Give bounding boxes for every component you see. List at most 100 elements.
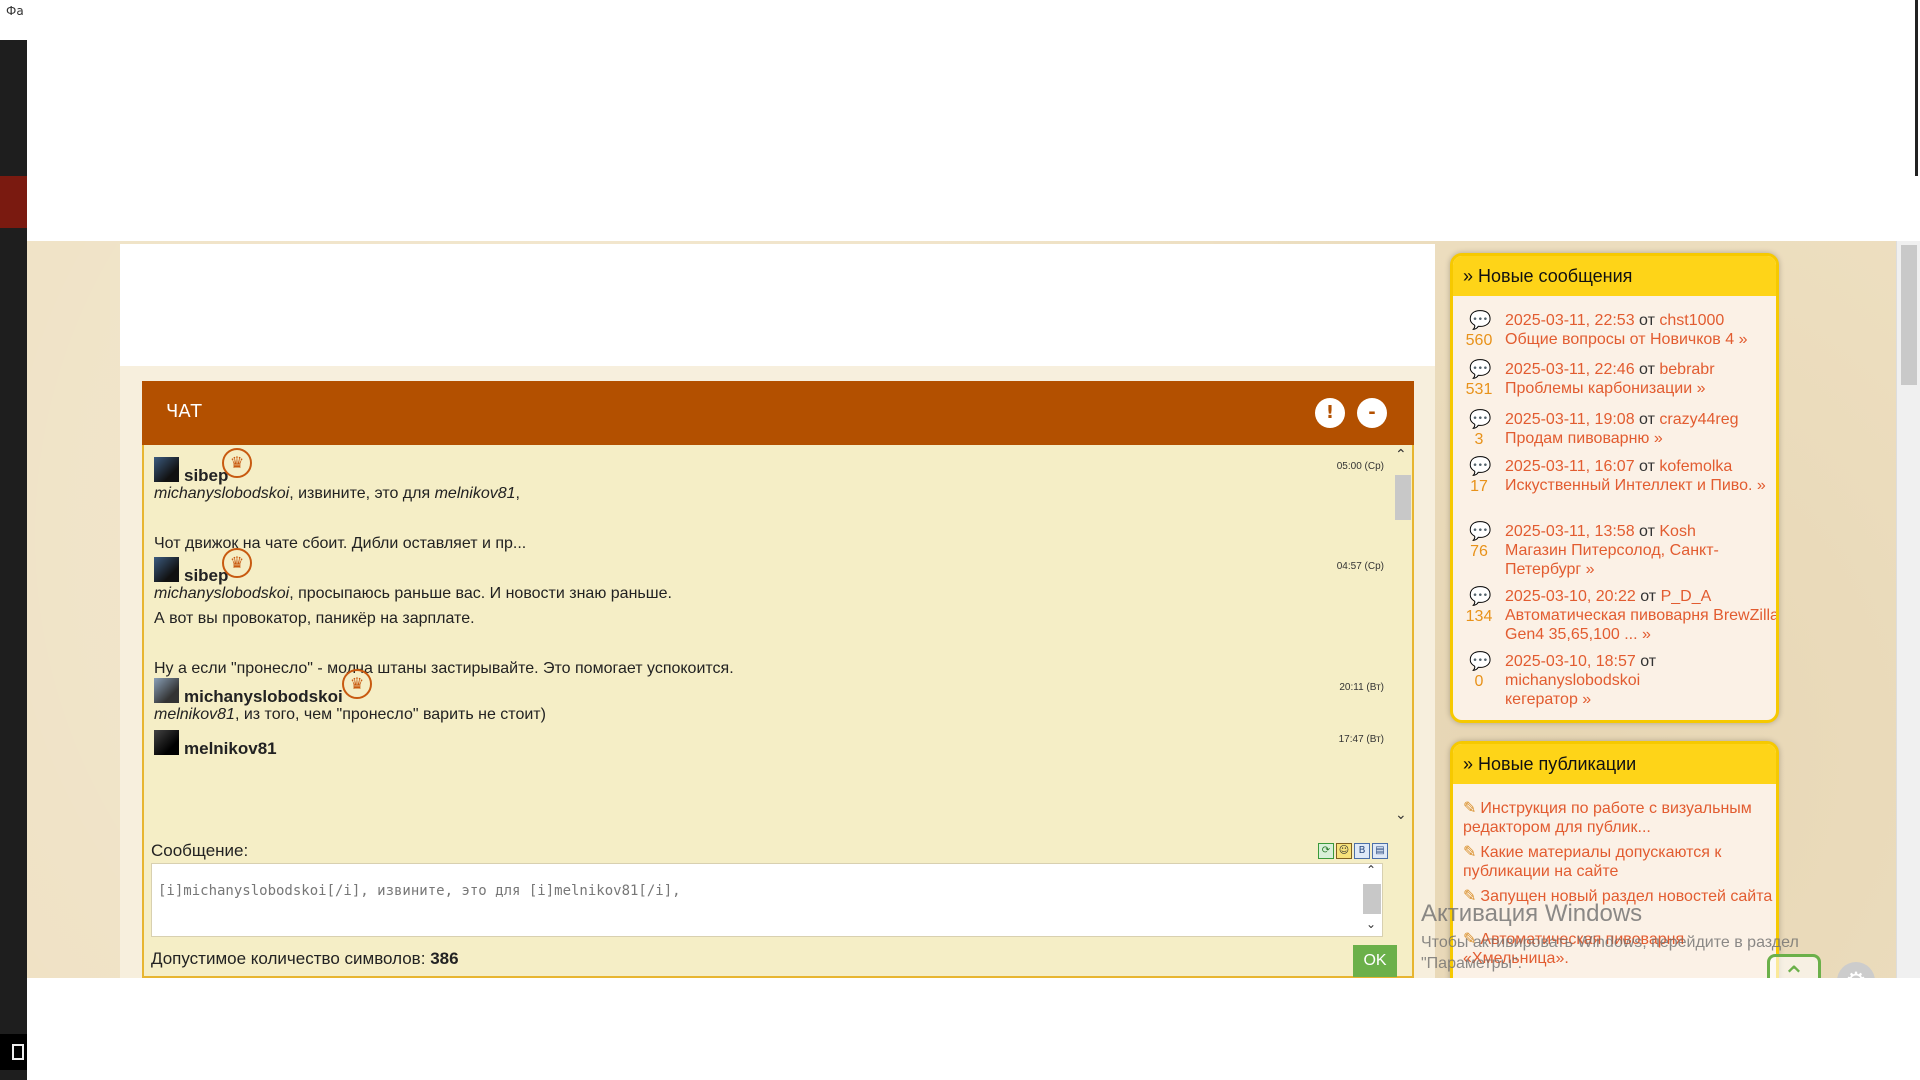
taskbar-accent bbox=[0, 176, 27, 228]
scroll-thumb[interactable] bbox=[1901, 245, 1917, 385]
comment-icon: 💬 bbox=[1469, 409, 1492, 429]
post-author-link[interactable]: michanyslobodskoi bbox=[1505, 672, 1640, 689]
post-author-link[interactable]: chst1000 bbox=[1659, 312, 1724, 329]
reply-count: 76 bbox=[1470, 543, 1488, 560]
new-messages-box: » Новые сообщения 💬 560 2025-03-11, 22:5… bbox=[1450, 253, 1779, 723]
message-textarea[interactable]: [i]michanyslobodskoi[/i], извините, это … bbox=[151, 863, 1383, 937]
comment-icon: 💬 bbox=[1469, 456, 1492, 476]
chat-username[interactable]: melnikov81 bbox=[184, 739, 277, 759]
send-button[interactable]: OK bbox=[1353, 945, 1397, 977]
publication-item[interactable]: ✎ Инструкция по работе с визуальным редак… bbox=[1463, 799, 1773, 837]
book-icon[interactable]: ▤ bbox=[1372, 843, 1388, 859]
chat-message: melnikov81 17:47 (Вт) bbox=[154, 718, 1384, 758]
scroll-thumb[interactable] bbox=[1395, 475, 1411, 520]
message-line: michanyslobodskoi, просыпаюсь раньше вас… bbox=[154, 585, 672, 602]
bottom-blank-area bbox=[27, 978, 1920, 1080]
chat-username[interactable]: sibep bbox=[184, 566, 228, 586]
reply-count: 0 bbox=[1474, 673, 1484, 690]
scroll-down-icon[interactable]: ⌄ bbox=[1395, 807, 1407, 823]
reply-count: 134 bbox=[1465, 608, 1493, 625]
post-date-link[interactable]: 2025-03-10, 18:57 bbox=[1505, 653, 1636, 670]
avatar[interactable] bbox=[154, 457, 179, 482]
taskbar-window-icon[interactable] bbox=[0, 1034, 27, 1070]
publication-item[interactable]: ✎ Какие материалы допускаются к публикаци… bbox=[1463, 843, 1773, 881]
comment-icon: 💬 bbox=[1469, 586, 1492, 606]
post-author-link[interactable]: kofemolka bbox=[1659, 458, 1732, 475]
post-date-link[interactable]: 2025-03-11, 13:58 bbox=[1505, 523, 1635, 540]
post-date-link[interactable]: 2025-03-10, 20:22 bbox=[1505, 588, 1636, 605]
chat-username[interactable]: sibep bbox=[184, 466, 228, 486]
mention[interactable]: melnikov81 bbox=[435, 485, 516, 502]
bold-icon[interactable]: B bbox=[1354, 843, 1370, 859]
window-edge bbox=[1915, 0, 1918, 176]
avatar[interactable] bbox=[154, 557, 179, 582]
comment-icon: 💬 bbox=[1469, 521, 1492, 541]
mention[interactable]: michanyslobodskoi bbox=[154, 585, 289, 602]
post-date-link[interactable]: 2025-03-11, 22:46 bbox=[1505, 361, 1635, 378]
mention[interactable]: michanyslobodskoi bbox=[154, 485, 289, 502]
reply-count: 17 bbox=[1470, 478, 1488, 495]
chat-message: sibep ♛ 04:57 (Ср) michanyslobodskoi, пр… bbox=[154, 545, 1384, 681]
post-date-link[interactable]: 2025-03-11, 16:07 bbox=[1505, 458, 1635, 475]
post-topic-link[interactable]: Общие вопросы от Новичков 4 » bbox=[1505, 331, 1748, 348]
pencil-icon: ✎ bbox=[1463, 844, 1477, 861]
activation-title: Активация Windows bbox=[1421, 900, 1643, 927]
content-blank-banner bbox=[120, 244, 1435, 366]
post-author-link[interactable]: Kosh bbox=[1659, 523, 1695, 540]
crown-icon: ♛ bbox=[342, 669, 372, 699]
post-author-link[interactable]: crazy44reg bbox=[1659, 411, 1738, 428]
scroll-up-icon[interactable]: ⌃ bbox=[1366, 863, 1376, 877]
page-background: sibep ♛ 05:00 (Ср) michanyslobodskoi, из… bbox=[27, 241, 1916, 978]
new-publications-title: » Новые публикации bbox=[1453, 744, 1776, 784]
message-line: А вот вы провокатор, паникёр на зарплате… bbox=[154, 610, 475, 627]
comment-icon: 💬 bbox=[1469, 359, 1492, 379]
refresh-icon[interactable]: ⟳ bbox=[1318, 843, 1334, 859]
pencil-icon: ✎ bbox=[1463, 800, 1477, 817]
chat-messages: sibep ♛ 05:00 (Ср) michanyslobodskoi, из… bbox=[154, 445, 1384, 820]
collapse-button[interactable]: - bbox=[1357, 398, 1387, 428]
crown-icon: ♛ bbox=[222, 448, 252, 478]
post-topic-link[interactable]: Магазин Питерсолод, Санкт-Петербург » bbox=[1505, 542, 1719, 578]
chat-username[interactable]: michanyslobodskoi bbox=[184, 687, 343, 707]
page-scrollbar[interactable] bbox=[1896, 241, 1920, 978]
taskbar-label: Фа bbox=[0, 0, 27, 40]
post-topic-link[interactable]: Проблемы карбонизации » bbox=[1505, 380, 1706, 397]
message-time: 05:00 (Ср) bbox=[1336, 461, 1384, 472]
reply-count: 531 bbox=[1465, 381, 1493, 398]
post-author-link[interactable]: P_D_A bbox=[1661, 588, 1712, 605]
comment-icon: 💬 bbox=[1469, 651, 1492, 671]
textarea-scrollbar[interactable]: ⌃ ⌄ bbox=[1363, 863, 1381, 935]
reply-count: 3 bbox=[1474, 431, 1484, 448]
rules-button[interactable]: ! bbox=[1315, 398, 1345, 428]
chat-title: ЧАТ bbox=[166, 401, 202, 422]
message-time: 20:11 (Вт) bbox=[1339, 682, 1384, 693]
scroll-up-icon[interactable]: ⌃ bbox=[1395, 447, 1407, 463]
message-label: Сообщение: bbox=[151, 841, 249, 860]
post-topic-link[interactable]: Автоматическая пивоварня BrewZilla Gen4 … bbox=[1505, 607, 1776, 643]
messages-scrollbar[interactable]: ⌃ ⌄ bbox=[1393, 447, 1411, 825]
message-time: 04:57 (Ср) bbox=[1336, 561, 1384, 572]
taskbar-strip: Фа bbox=[0, 0, 27, 1080]
char-count-value: 386 bbox=[430, 949, 459, 968]
post-topic-link[interactable]: Продам пивоварню » bbox=[1505, 430, 1663, 447]
avatar[interactable] bbox=[154, 678, 179, 703]
message-time: 17:47 (Вт) bbox=[1338, 734, 1384, 745]
post-author-link[interactable]: bebrabr bbox=[1659, 361, 1714, 378]
post-date-link[interactable]: 2025-03-11, 19:08 bbox=[1505, 411, 1635, 428]
post-topic-link[interactable]: Искуственный Интеллект и Пиво. » bbox=[1505, 477, 1766, 494]
new-messages-title: » Новые сообщения bbox=[1453, 256, 1776, 296]
post-date-link[interactable]: 2025-03-11, 22:53 bbox=[1505, 312, 1635, 329]
post-topic-link[interactable]: кегератор » bbox=[1505, 691, 1591, 708]
scroll-down-icon[interactable]: ⌄ bbox=[1366, 917, 1376, 931]
avatar[interactable] bbox=[154, 730, 179, 755]
message-line: michanyslobodskoi, извините, это для mel… bbox=[154, 485, 520, 502]
chat-header: ЧАТ ! - bbox=[142, 381, 1414, 445]
comment-icon: 💬 bbox=[1469, 310, 1492, 330]
smiley-icon[interactable]: ☺ bbox=[1336, 843, 1352, 859]
chat-message: sibep ♛ 05:00 (Ср) michanyslobodskoi, из… bbox=[154, 445, 1384, 556]
scroll-thumb[interactable] bbox=[1363, 884, 1381, 914]
reply-count: 560 bbox=[1465, 332, 1493, 349]
char-count: Допустимое количество символов: 386 bbox=[151, 949, 459, 968]
crown-icon: ♛ bbox=[222, 548, 252, 578]
top-blank-area bbox=[27, 0, 1916, 241]
